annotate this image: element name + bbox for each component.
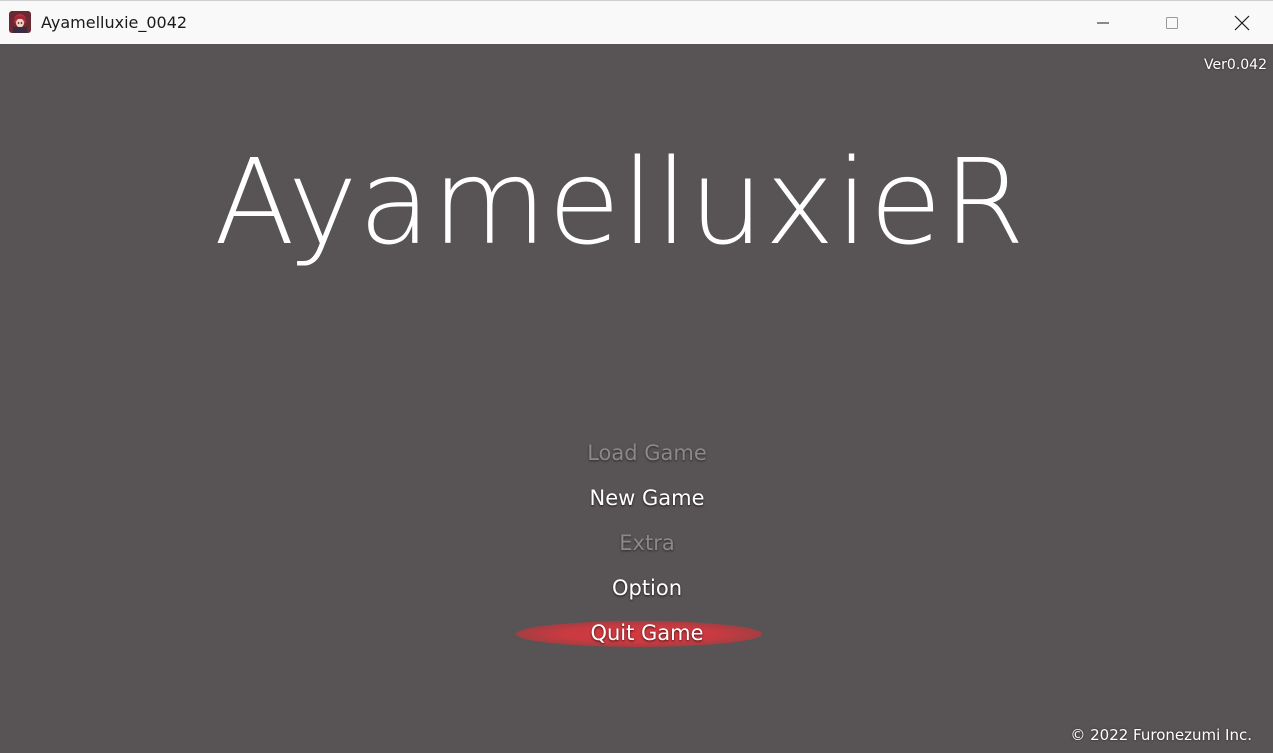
- menu-item-quit-game[interactable]: Quit Game: [0, 614, 1273, 659]
- menu-item-label: Load Game: [587, 441, 707, 465]
- menu-item-label: Quit Game: [590, 621, 704, 645]
- title-screen: Ver0.042 AyamelluxieR Load Game New Game…: [0, 44, 1273, 753]
- menu-item-label: Option: [611, 576, 683, 600]
- menu-item-new-game[interactable]: New Game: [0, 479, 1273, 524]
- title-menu: Load Game New Game Extra Option Quit Gam…: [0, 434, 1273, 659]
- close-button[interactable]: [1207, 1, 1273, 45]
- game-logo: AyamelluxieR: [214, 133, 1026, 271]
- menu-item-extra[interactable]: Extra: [0, 524, 1273, 569]
- menu-item-label: New Game: [589, 486, 705, 510]
- close-icon: [1234, 15, 1250, 31]
- maximize-button[interactable]: [1137, 1, 1207, 45]
- menu-item-option[interactable]: Option: [0, 569, 1273, 614]
- maximize-icon: [1165, 16, 1179, 30]
- menu-item-label: Extra: [619, 531, 675, 555]
- menu-item-load-game[interactable]: Load Game: [0, 434, 1273, 479]
- version-label: Ver0.042: [1204, 57, 1267, 73]
- copyright-notice: © 2022 Furonezumi Inc.: [1070, 726, 1252, 744]
- character-portrait-icon: [9, 11, 31, 33]
- game-window: Ayamelluxie_0042 Ver0.042 AyamelluxieR L…: [0, 0, 1273, 753]
- window-titlebar[interactable]: Ayamelluxie_0042: [0, 0, 1273, 44]
- minimize-button[interactable]: [1068, 1, 1138, 45]
- minimize-icon: [1096, 16, 1110, 30]
- window-title: Ayamelluxie_0042: [41, 13, 188, 32]
